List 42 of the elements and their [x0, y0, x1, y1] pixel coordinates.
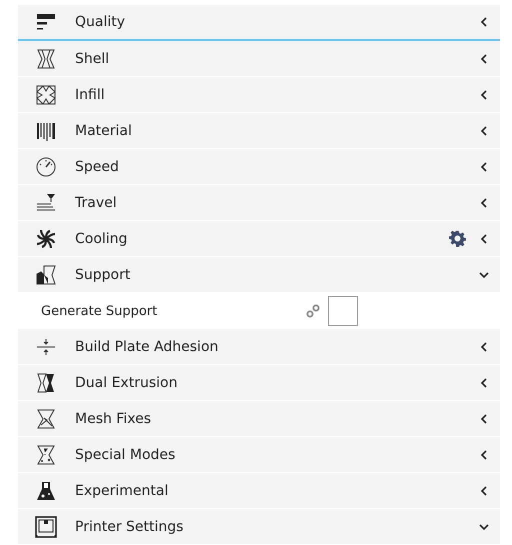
category-label: Experimental: [75, 482, 170, 498]
category-icon: [35, 372, 57, 394]
category-header[interactable]: Quality: [18, 5, 500, 41]
category-icon: [35, 192, 57, 214]
category-label: Mesh Fixes: [75, 410, 152, 426]
category-label: Support: [75, 266, 132, 282]
category-header[interactable]: Cooling: [18, 221, 500, 257]
category-label: Printer Settings: [75, 518, 184, 534]
category-label: Material: [75, 122, 133, 138]
category-label: Special Modes: [75, 446, 176, 462]
category-icon: [35, 408, 57, 430]
category-header[interactable]: Experimental: [18, 473, 500, 509]
category-header[interactable]: Material: [18, 113, 500, 149]
category-label: Cooling: [75, 230, 128, 246]
category-header[interactable]: Support: [18, 257, 500, 293]
category-icon: [35, 228, 57, 250]
category-header[interactable]: Dual Extrusion: [18, 365, 500, 401]
category-header[interactable]: Printer Settings: [18, 509, 500, 545]
category-label: Travel: [75, 194, 118, 210]
category-header[interactable]: Mesh Fixes: [18, 401, 500, 437]
category-icon: [35, 444, 57, 466]
category-icon: [35, 264, 57, 286]
category-header[interactable]: Build Plate Adhesion: [18, 329, 500, 365]
category-icon: [35, 84, 57, 106]
category-label: Build Plate Adhesion: [75, 338, 220, 354]
category-label: Shell: [75, 50, 110, 66]
category-label: Quality: [75, 14, 126, 30]
category-icon: [35, 516, 57, 538]
category-icon: [35, 480, 57, 502]
checkbox[interactable]: [328, 296, 358, 326]
category-header[interactable]: Shell: [18, 41, 500, 77]
category-header[interactable]: Special Modes: [18, 437, 500, 473]
settings-icon[interactable]: [449, 230, 466, 247]
setting-label: Generate Support: [41, 304, 158, 318]
category-icon: [35, 156, 57, 178]
category-header[interactable]: Infill: [18, 77, 500, 113]
category-icon: [35, 48, 57, 70]
category-header[interactable]: Travel: [18, 185, 500, 221]
category-label: Infill: [75, 86, 106, 102]
category-header[interactable]: Speed: [18, 149, 500, 185]
category-label: Speed: [75, 158, 120, 174]
category-label: Dual Extrusion: [75, 374, 178, 390]
